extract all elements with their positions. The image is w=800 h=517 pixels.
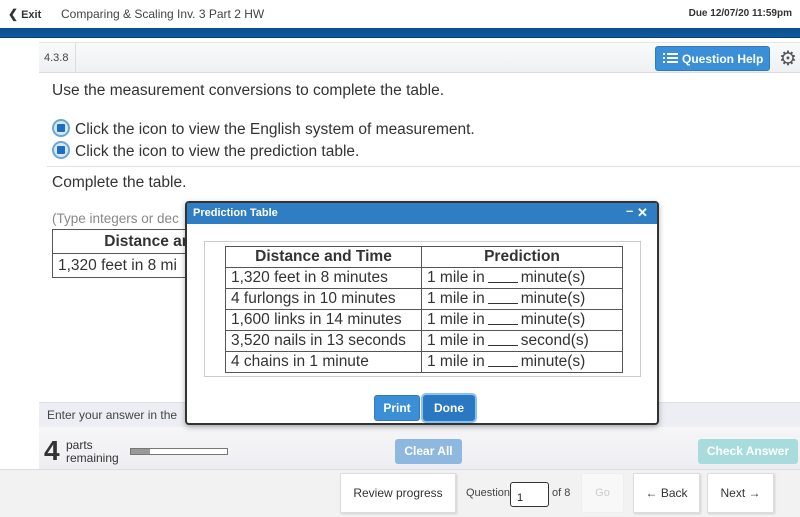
question-total: of 8 xyxy=(552,487,571,499)
distance-time-cell: 1,320 feet in 8 minutes xyxy=(225,267,422,289)
answer-instruction-text: Enter your answer in the xyxy=(47,408,178,422)
close-icon[interactable]: ✕ xyxy=(637,205,648,221)
prediction-cell: 1 mile in second(s) xyxy=(421,330,623,352)
next-label: Next xyxy=(720,486,746,500)
back-button[interactable]: ← Back xyxy=(633,473,700,513)
exit-label: Exit xyxy=(21,9,42,21)
dialog-title-bar[interactable]: Prediction Table – ✕ xyxy=(187,203,657,224)
table-row: 4 furlongs in 10 minutes 1 mile in minute… xyxy=(225,288,623,310)
minimize-icon[interactable]: – xyxy=(626,203,633,218)
table-row: 1,320 feet in 8 minutes 1 mile in minute(… xyxy=(225,267,623,289)
distance-time-cell: 4 furlongs in 10 minutes xyxy=(225,288,422,310)
prediction-table-link[interactable]: Click the icon to view the prediction ta… xyxy=(52,141,359,161)
dialog-title: Prediction Table xyxy=(193,207,278,219)
table-row: 3,520 nails in 13 seconds 1 mile in secon… xyxy=(225,330,623,352)
assignment-title: Comparing & Scaling Inv. 3 Part 2 HW xyxy=(61,7,265,21)
check-answer-button[interactable]: Check Answer xyxy=(698,439,798,464)
prediction-prefix: 1 mile in xyxy=(427,311,485,328)
parts-count: 4 xyxy=(44,435,60,466)
parts-label: parts remaining xyxy=(66,439,119,465)
prediction-table: Distance and Time Prediction 1,320 feet … xyxy=(225,246,623,373)
column-header-distance-time: Distance and Time xyxy=(225,246,422,268)
prediction-cell: 1 mile in minute(s) xyxy=(421,288,623,310)
back-label: Back xyxy=(660,486,688,500)
distance-time-cell: 1,600 links in 14 minutes xyxy=(225,309,422,331)
question-label: Question xyxy=(466,487,511,499)
question-prompt: Use the measurement conversions to compl… xyxy=(52,82,445,99)
prediction-cell: 1 mile in minute(s) xyxy=(421,267,623,289)
chevron-left-icon: ❮ xyxy=(8,7,19,21)
instruction: Complete the table. xyxy=(52,174,187,191)
clear-all-button[interactable]: Clear All xyxy=(395,439,462,464)
prediction-unit: minute(s) xyxy=(520,269,586,286)
prediction-prefix: 1 mile in xyxy=(427,353,485,370)
due-date: Due 12/07/20 11:59pm xyxy=(688,8,792,19)
answer-hint: (Type integers or dec xyxy=(52,211,179,226)
question-help-label: Question Help xyxy=(682,52,764,66)
done-button[interactable]: Done xyxy=(423,395,475,421)
info-square-icon[interactable] xyxy=(52,141,70,159)
info-square-icon[interactable] xyxy=(52,119,70,137)
top-bar: ❮ Exit Comparing & Scaling Inv. 3 Part 2 … xyxy=(0,0,800,28)
arrow-left-icon: ← xyxy=(645,486,658,500)
prediction-unit: second(s) xyxy=(520,332,589,349)
table-row: 1,600 links in 14 minutes 1 mile in minut… xyxy=(225,309,623,331)
prediction-prefix: 1 mile in xyxy=(427,290,485,307)
distance-time-cell: 3,520 nails in 13 seconds xyxy=(225,330,422,352)
english-system-link-label: Click the icon to view the English syste… xyxy=(75,121,475,138)
parts-progress-fill xyxy=(131,449,151,454)
prediction-prefix: 1 mile in xyxy=(427,269,485,286)
blank xyxy=(487,269,518,283)
prediction-unit: minute(s) xyxy=(520,353,586,370)
question-header: 4.3.8 Question Help ⚙ xyxy=(39,42,800,73)
print-button[interactable]: Print xyxy=(374,395,420,421)
english-system-link[interactable]: Click the icon to view the English syste… xyxy=(52,119,475,139)
go-button[interactable]: Go xyxy=(581,473,624,513)
parts-label-line2: remaining xyxy=(66,451,119,465)
parts-progress-bar xyxy=(130,448,228,455)
distance-time-cell: 4 chains in 1 minute xyxy=(225,351,422,373)
blank xyxy=(487,290,518,304)
prediction-unit: minute(s) xyxy=(520,290,586,307)
prediction-cell: 1 mile in minute(s) xyxy=(421,309,623,331)
prediction-table-dialog: Prediction Table – ✕ Distance and Time P… xyxy=(185,201,659,425)
gear-icon[interactable]: ⚙ xyxy=(779,46,797,71)
brand-bar xyxy=(0,28,800,38)
prediction-prefix: 1 mile in xyxy=(427,332,485,349)
arrow-right-icon: → xyxy=(748,486,761,500)
question-number: 4.3.8 xyxy=(39,43,76,73)
prediction-table-frame: Distance and Time Prediction 1,320 feet … xyxy=(204,241,641,377)
review-progress-button[interactable]: Review progress xyxy=(340,473,456,513)
prediction-cell: 1 mile in minute(s) xyxy=(421,351,623,373)
column-header-prediction: Prediction xyxy=(421,246,623,268)
table-row: 4 chains in 1 minute 1 mile in minute(s) xyxy=(225,351,623,373)
blank xyxy=(487,332,518,346)
exit-button[interactable]: ❮ Exit xyxy=(8,7,41,21)
question-help-button[interactable]: Question Help xyxy=(655,46,770,71)
blank xyxy=(487,353,518,367)
divider xyxy=(47,166,800,167)
question-number-input[interactable] xyxy=(510,482,549,507)
blank xyxy=(487,311,518,325)
prediction-table-link-label: Click the icon to view the prediction ta… xyxy=(75,143,360,160)
next-button[interactable]: Next → xyxy=(707,473,774,513)
list-icon xyxy=(663,53,678,64)
prediction-unit: minute(s) xyxy=(520,311,586,328)
